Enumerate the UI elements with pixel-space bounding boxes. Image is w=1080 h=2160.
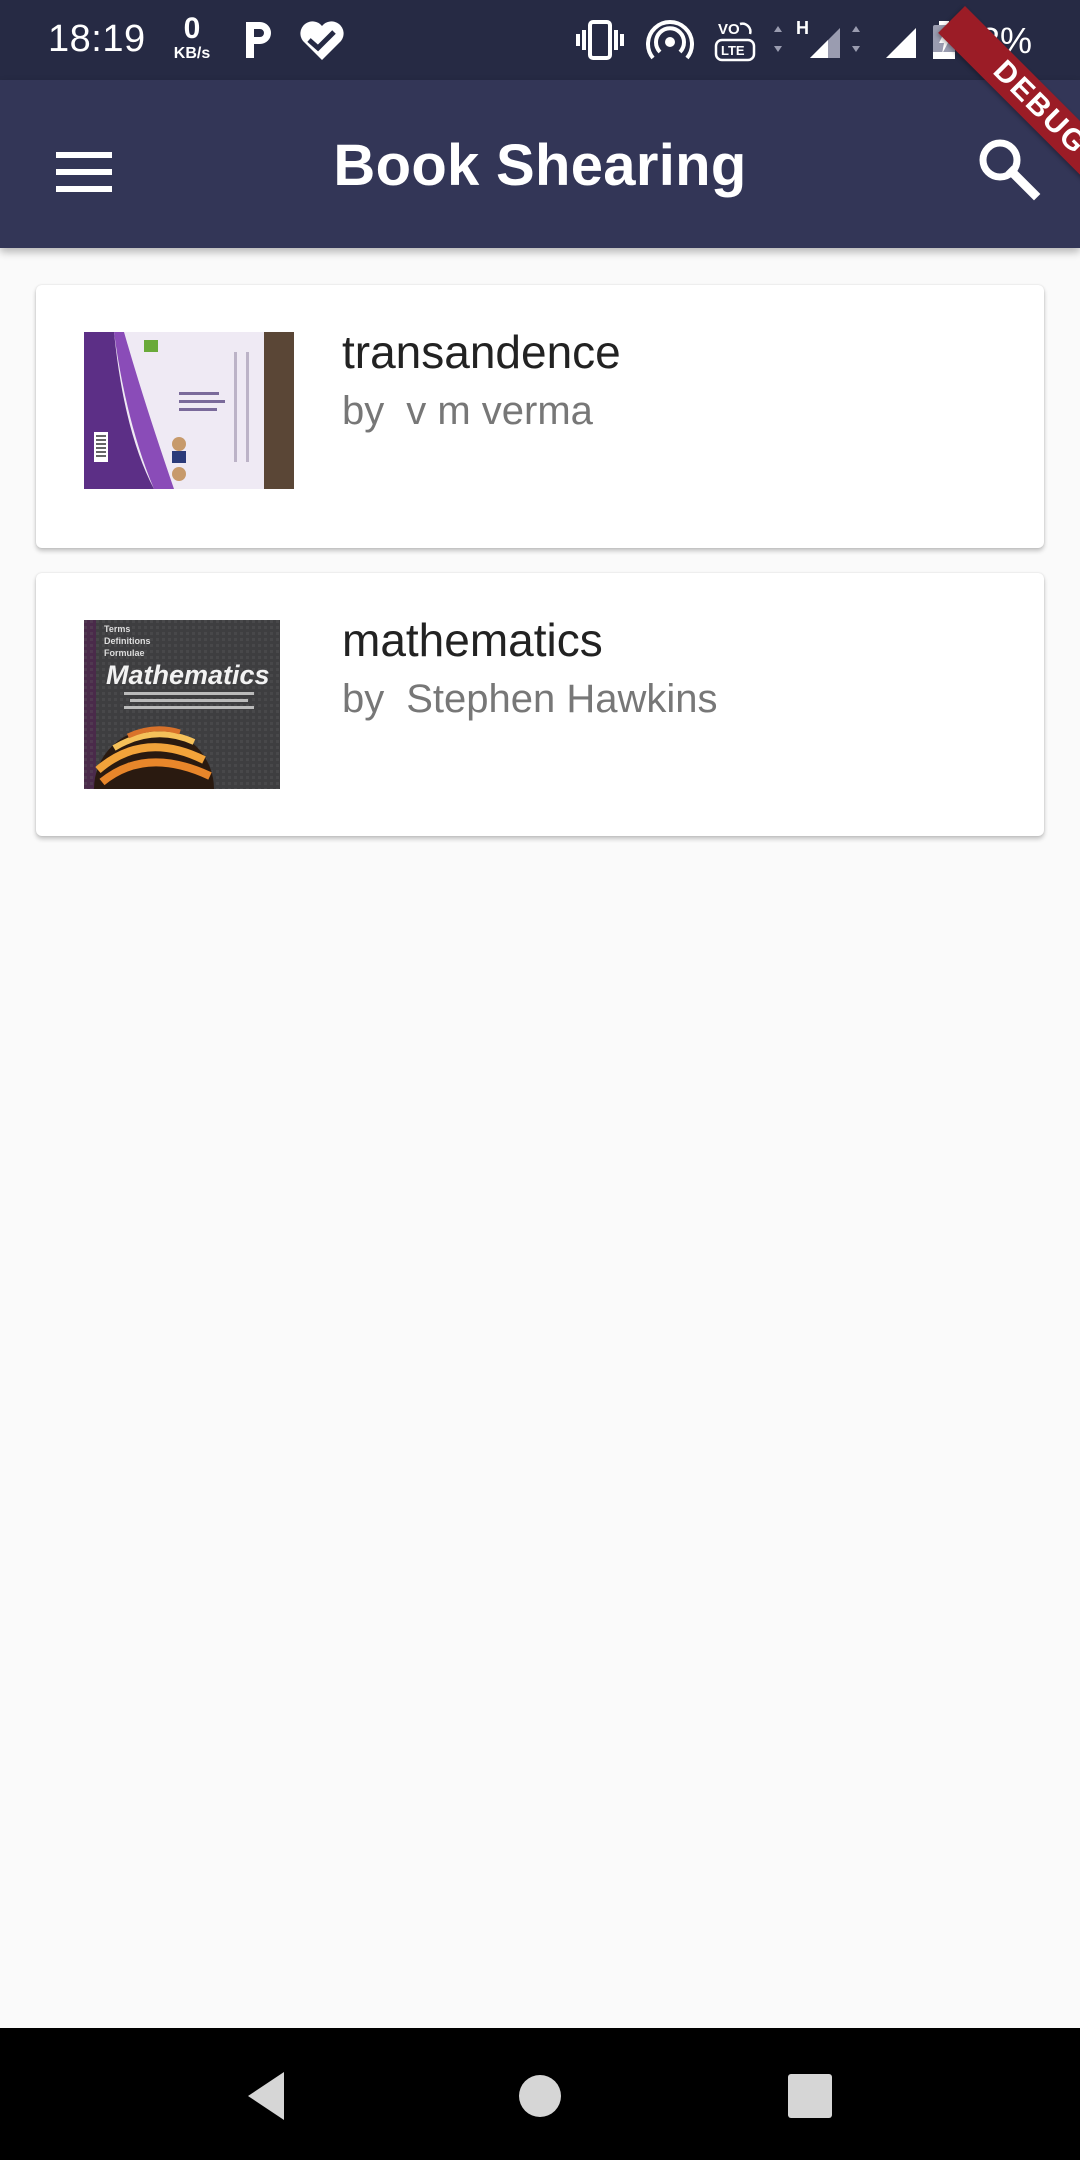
signal-icon bbox=[882, 18, 922, 67]
signal-icon: H bbox=[770, 18, 866, 67]
search-icon bbox=[979, 139, 1041, 201]
home-icon bbox=[519, 2075, 561, 2117]
svg-text:H: H bbox=[796, 18, 809, 38]
book-list: transandence by v m verma Terms Definiti… bbox=[36, 285, 1044, 861]
hotspot-icon bbox=[646, 18, 694, 67]
book-author: by Stephen Hawkins bbox=[342, 677, 718, 722]
search-button[interactable] bbox=[972, 132, 1044, 204]
recents-button[interactable] bbox=[780, 2066, 840, 2126]
screen: 18:19 0 KB/s VO LTE H DEBUG Book Shearin… bbox=[0, 0, 1080, 2160]
navigation-bar bbox=[0, 2028, 1080, 2160]
cover-title-text: Mathematics bbox=[106, 660, 270, 690]
net-speed: 0 KB/s bbox=[166, 14, 218, 62]
home-button[interactable] bbox=[510, 2066, 570, 2126]
cover-terms-text: Terms bbox=[104, 624, 130, 634]
page-title: Book Shearing bbox=[333, 133, 747, 198]
book-title: mathematics bbox=[342, 614, 603, 666]
book-author: by v m verma bbox=[342, 389, 593, 434]
status-bar: 18:19 0 KB/s VO LTE H bbox=[0, 0, 1080, 80]
book-title: transandence bbox=[342, 326, 621, 378]
book-card[interactable]: transandence by v m verma bbox=[36, 285, 1044, 548]
cover-formulae-text: Formulae bbox=[104, 648, 145, 658]
book-cover-image: Terms Definitions Formulae Mathematics bbox=[84, 620, 280, 789]
volte-icon: VO LTE bbox=[714, 18, 758, 67]
book-card[interactable]: Terms Definitions Formulae Mathematics m… bbox=[36, 573, 1044, 836]
heart-icon bbox=[298, 18, 346, 67]
book-author-name: v m verma bbox=[406, 389, 593, 433]
app-bar: Book Shearing bbox=[0, 80, 1080, 248]
net-speed-value: 0 bbox=[183, 12, 201, 45]
svg-text:LTE: LTE bbox=[721, 43, 745, 58]
back-icon bbox=[248, 2072, 284, 2120]
back-button[interactable] bbox=[238, 2066, 298, 2126]
recents-icon bbox=[788, 2074, 832, 2118]
net-speed-unit: KB/s bbox=[173, 45, 211, 62]
book-author-prefix: by bbox=[342, 389, 385, 433]
book-author-prefix: by bbox=[342, 677, 385, 721]
parking-icon bbox=[238, 18, 278, 67]
status-time: 18:19 bbox=[48, 18, 146, 60]
book-cover-image bbox=[84, 332, 294, 489]
book-author-name: Stephen Hawkins bbox=[406, 677, 718, 721]
svg-text:VO: VO bbox=[718, 21, 740, 38]
cover-definitions-text: Definitions bbox=[104, 636, 151, 646]
vibrate-icon bbox=[574, 18, 626, 67]
